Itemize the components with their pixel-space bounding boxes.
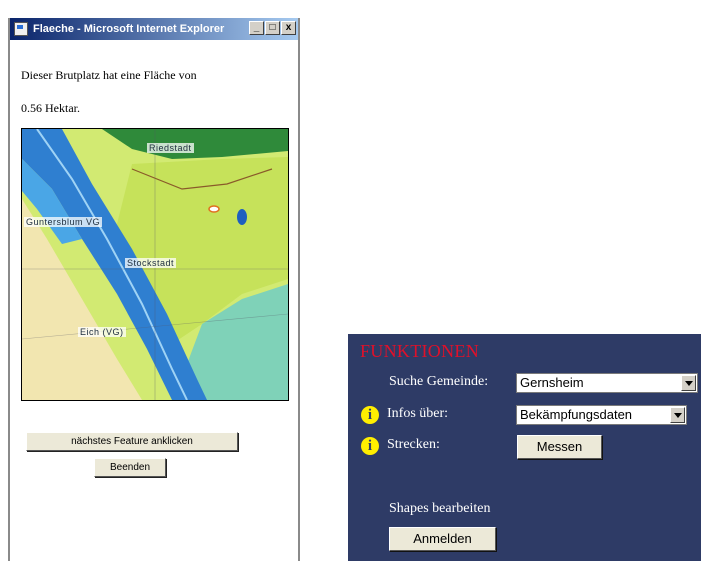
window-controls: _ □ x [249, 21, 296, 35]
minimize-button[interactable]: _ [249, 21, 264, 35]
info-about-select[interactable]: Bekämpfungsdaten [516, 405, 687, 425]
login-button[interactable]: Anmelden [389, 527, 496, 551]
close-button[interactable]: Beenden [94, 458, 166, 477]
municipality-select[interactable]: Gernsheim [516, 373, 698, 393]
next-feature-button[interactable]: nächstes Feature anklicken [26, 432, 238, 451]
info-icon[interactable]: i [361, 437, 379, 455]
routes-label: Strecken: [387, 437, 440, 452]
chevron-down-icon[interactable] [681, 375, 696, 391]
window-title: Flaeche - Microsoft Internet Explorer [33, 23, 225, 35]
map-image[interactable]: Riedstadt Guntersblum VG Stockstadt Eich… [21, 128, 289, 401]
popup-window: Flaeche - Microsoft Internet Explorer _ … [8, 18, 300, 561]
close-window-button[interactable]: x [281, 21, 296, 35]
info-about-select-value: Bekämpfungsdaten [520, 407, 633, 422]
ie-icon [14, 22, 28, 36]
search-municipality-label: Suche Gemeinde: [389, 374, 489, 389]
area-text-line1: Dieser Brutplatz hat eine Fläche von [21, 68, 197, 82]
map-label-eich: Eich (VG) [78, 327, 126, 337]
chevron-down-icon[interactable] [670, 407, 685, 423]
functions-panel: FUNKTIONEN Suche Gemeinde: Gernsheim i I… [348, 334, 701, 561]
map-label-riedstadt: Riedstadt [147, 143, 194, 153]
measure-button[interactable]: Messen [517, 435, 602, 459]
title-bar[interactable]: Flaeche - Microsoft Internet Explorer _ … [10, 18, 298, 40]
info-about-label: Infos über: [387, 406, 449, 421]
area-text-line2: 0.56 Hektar. [21, 101, 80, 115]
panel-title: FUNKTIONEN [360, 341, 479, 361]
shapes-edit-label: Shapes bearbeiten [389, 501, 491, 516]
maximize-button[interactable]: □ [265, 21, 280, 35]
municipality-select-value: Gernsheim [520, 375, 584, 390]
map-label-stockstadt: Stockstadt [125, 258, 177, 268]
map-label-guntersblum: Guntersblum VG [24, 217, 103, 227]
info-icon[interactable]: i [361, 406, 379, 424]
